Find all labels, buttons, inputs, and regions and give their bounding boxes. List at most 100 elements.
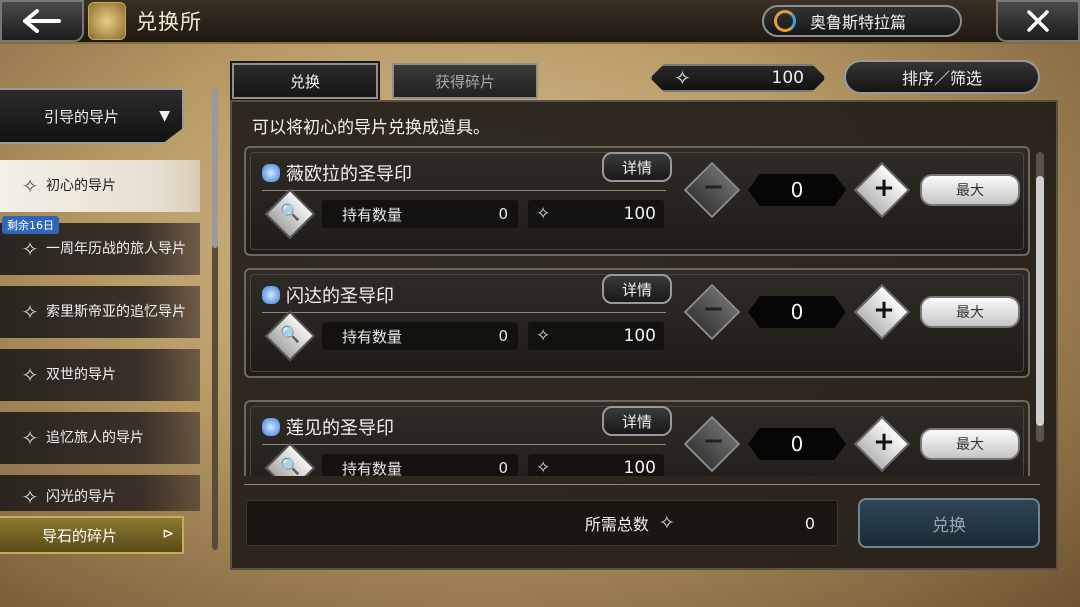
quantity-display: 0: [748, 174, 846, 206]
guide-stone-fragments-button[interactable]: 导石的碎片 ⊳: [0, 516, 184, 554]
item-name: 莲见的圣导印: [286, 418, 394, 439]
back-button[interactable]: [0, 0, 84, 42]
cost-value: 100: [623, 326, 656, 346]
sidebar-item-twin-worlds[interactable]: ✧ 双世的导片: [0, 349, 200, 401]
crystal-icon: [262, 418, 280, 436]
tab-get-fragments[interactable]: 获得碎片: [392, 63, 538, 99]
total-label: 所需总数: [584, 515, 649, 534]
diamond-icon: ✧: [536, 458, 551, 476]
detail-button[interactable]: 详情: [602, 406, 672, 436]
diamond-icon: ✧: [21, 425, 39, 450]
sidebar-item-label: 初心的导片: [46, 177, 116, 194]
sort-filter-button[interactable]: 排序／筛选: [844, 60, 1040, 94]
close-button[interactable]: [996, 0, 1080, 42]
magnifier-icon: 🔍: [280, 324, 301, 344]
sidebar-item-label: 闪光的导片: [46, 489, 116, 505]
minus-icon: −: [702, 426, 725, 457]
exchange-button[interactable]: 兑换: [858, 498, 1040, 548]
item-card: 闪达的圣导印 详情 🔍 持有数量 0 ✧ 100 − 0 + 最大: [244, 268, 1030, 378]
item-list-scroll-thumb[interactable]: [1036, 176, 1044, 426]
sidebar-item-flash[interactable]: ✧ 闪光的导片: [0, 475, 200, 511]
plus-icon: +: [873, 172, 895, 203]
total-cost-bar: 所需总数 ✧ 0: [246, 500, 838, 546]
sidebar-item-label: 一周年历战的旅人导片: [46, 240, 186, 257]
decrease-button[interactable]: −: [683, 283, 741, 341]
total-value: 0: [804, 513, 815, 533]
sidebar-bottom-label: 导石的碎片: [42, 526, 118, 545]
diamond-icon: ✧: [21, 362, 39, 387]
owned-value: 0: [498, 205, 508, 223]
owned-count: 持有数量 0: [322, 454, 518, 476]
magnifier-icon: 🔍: [280, 202, 301, 222]
tab-exchange[interactable]: 兑换: [230, 61, 380, 101]
inspect-button[interactable]: 🔍: [264, 188, 316, 240]
diamond-icon: ✧: [21, 173, 39, 198]
sidebar-item-memory-traveler[interactable]: ✧ 追忆旅人的导片: [0, 412, 200, 464]
item-name: 薇欧拉的圣导印: [286, 164, 412, 185]
sidebar-item-beginner[interactable]: ✧ 初心的导片: [0, 160, 200, 212]
minus-icon: −: [702, 172, 725, 203]
inspect-button[interactable]: 🔍: [264, 442, 316, 476]
max-button[interactable]: 最大: [920, 174, 1020, 206]
item-card: 莲见的圣导印 详情 🔍 持有数量 0 ✧ 100 − 0 + 最大: [244, 400, 1030, 476]
item-card: 薇欧拉的圣导印 详情 🔍 持有数量 0 ✧ 100 − 0 + 最大: [244, 146, 1030, 256]
diamond-icon: ✧: [21, 299, 39, 324]
owned-value: 0: [498, 459, 508, 476]
increase-button[interactable]: +: [853, 161, 911, 219]
guide-type-dropdown[interactable]: 引导的导片 ▼: [0, 88, 184, 144]
chapter-label: 奥鲁斯特拉篇: [810, 13, 907, 32]
decrease-button[interactable]: −: [683, 161, 741, 219]
decrease-button[interactable]: −: [683, 415, 741, 473]
owned-label: 持有数量: [342, 459, 403, 477]
sidebar-item-label: 索里斯帝亚的追忆导片: [46, 303, 186, 320]
sidebar-scroll-thumb[interactable]: [212, 88, 218, 248]
item-cost: ✧ 100: [528, 454, 664, 476]
diamond-icon: ✧: [536, 326, 551, 346]
refresh-icon: [774, 10, 796, 32]
currency-value: 100: [771, 68, 804, 88]
minus-icon: −: [702, 294, 725, 325]
cost-value: 100: [623, 204, 656, 224]
sidebar-item-label: 追忆旅人的导片: [46, 429, 144, 446]
divider: [262, 444, 666, 445]
owned-label: 持有数量: [342, 327, 403, 346]
remaining-days-badge: 剩余16日: [2, 216, 59, 234]
diamond-icon: ✧: [536, 204, 551, 224]
max-button[interactable]: 最大: [920, 296, 1020, 328]
plus-icon: +: [873, 426, 895, 457]
diamond-icon: ✧: [21, 485, 39, 509]
divider: [262, 312, 666, 313]
owned-label: 持有数量: [342, 205, 403, 224]
plus-icon: +: [873, 294, 895, 325]
quantity-display: 0: [748, 428, 846, 460]
sidebar-item-solistia[interactable]: ✧ 索里斯帝亚的追忆导片: [0, 286, 200, 338]
diamond-icon: ✧: [658, 512, 675, 534]
item-cost: ✧ 100: [528, 322, 664, 350]
shop-emblem-icon: [88, 2, 126, 40]
owned-count: 持有数量 0: [322, 322, 518, 350]
item-name: 闪达的圣导印: [286, 286, 394, 307]
max-button[interactable]: 最大: [920, 428, 1020, 460]
inspect-button[interactable]: 🔍: [264, 310, 316, 362]
increase-button[interactable]: +: [853, 283, 911, 341]
dropdown-label: 引导的导片: [44, 107, 120, 126]
panel-description: 可以将初心的导片兑换成道具。: [252, 118, 490, 138]
cost-value: 100: [623, 458, 656, 476]
diamond-icon: ✧: [21, 236, 39, 261]
chapter-select-button[interactable]: 奥鲁斯特拉篇: [762, 5, 962, 37]
owned-count: 持有数量 0: [322, 200, 518, 228]
back-arrow-icon: [23, 9, 61, 33]
crystal-icon: [262, 286, 280, 304]
detail-button[interactable]: 详情: [602, 274, 672, 304]
quantity-display: 0: [748, 296, 846, 328]
crystal-icon: [262, 164, 280, 182]
increase-button[interactable]: +: [853, 415, 911, 473]
diamond-icon: ✧: [674, 66, 691, 90]
detail-button[interactable]: 详情: [602, 152, 672, 182]
magnifier-icon: 🔍: [280, 456, 301, 476]
divider: [262, 190, 666, 191]
item-list[interactable]: 薇欧拉的圣导印 详情 🔍 持有数量 0 ✧ 100 − 0 + 最大 闪达的圣导…: [236, 146, 1036, 476]
sidebar-item-label: 双世的导片: [46, 366, 116, 383]
close-icon: [1027, 10, 1049, 32]
currency-display: ✧ 100: [650, 64, 826, 92]
